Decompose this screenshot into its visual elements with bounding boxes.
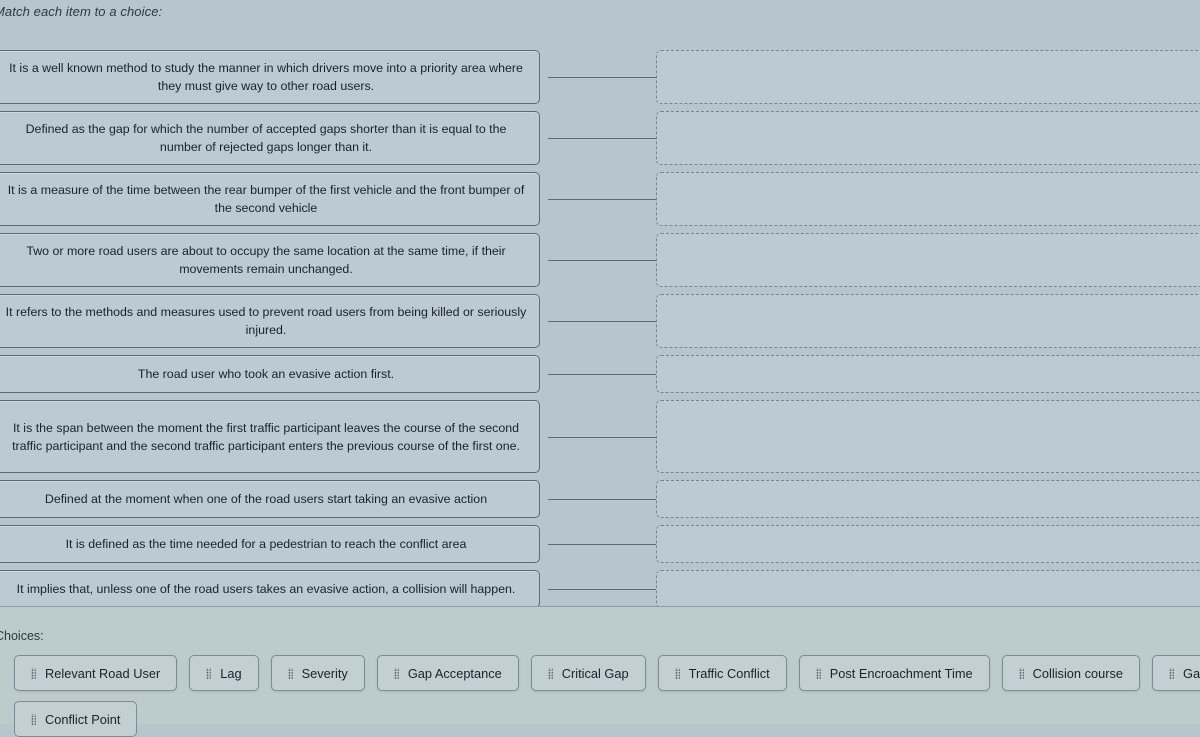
drag-handle-icon[interactable] bbox=[206, 667, 212, 679]
match-item-label: Defined at the moment when one of the ro… bbox=[44, 492, 488, 506]
match-item-label: It is a measure of the time between the … bbox=[7, 183, 525, 215]
match-connector-line bbox=[548, 374, 656, 375]
match-connector-line bbox=[548, 199, 656, 200]
match-item-1: It is a well known method to study the m… bbox=[0, 50, 540, 104]
match-item-label: It is a well known method to study the m… bbox=[9, 61, 523, 93]
match-row: It is the span between the moment the fi… bbox=[0, 400, 1200, 473]
drag-handle-icon[interactable] bbox=[547, 667, 553, 679]
match-item-3: It is a measure of the time between the … bbox=[0, 172, 540, 226]
match-item-label: Defined as the gap for which the number … bbox=[25, 122, 507, 154]
drop-zone-5[interactable] bbox=[656, 294, 1200, 348]
choice-chip-7[interactable]: Post Encroachment Time bbox=[798, 655, 990, 691]
match-connector-line bbox=[548, 321, 656, 322]
choice-chip-3[interactable]: Severity bbox=[270, 655, 365, 691]
match-row: It implies that, unless one of the road … bbox=[0, 570, 1200, 608]
drop-zone-6[interactable] bbox=[656, 355, 1200, 393]
match-item-5: It refers to the methods and measures us… bbox=[0, 294, 540, 348]
match-row: Defined at the moment when one of the ro… bbox=[0, 480, 1200, 518]
choices-chip-row: Relevant Road User Lag Severity Gap Accepta… bbox=[14, 655, 1200, 691]
choice-chip-label: Conflict Point bbox=[45, 711, 121, 727]
drag-handle-icon[interactable] bbox=[674, 667, 680, 679]
drop-zone-10[interactable] bbox=[656, 570, 1200, 608]
drop-zone-3[interactable] bbox=[656, 172, 1200, 226]
match-item-7: It is the span between the moment the fi… bbox=[0, 400, 540, 473]
choice-chip-label: Gap Acceptance bbox=[407, 665, 502, 681]
drop-zone-2[interactable] bbox=[656, 111, 1200, 165]
choice-chip-label: Collision course bbox=[1032, 665, 1123, 681]
match-row: It refers to the methods and measures us… bbox=[0, 294, 1200, 348]
match-item-9: It is defined as the time needed for a p… bbox=[0, 525, 540, 563]
drop-zone-9[interactable] bbox=[656, 525, 1200, 563]
drop-zone-4[interactable] bbox=[656, 233, 1200, 287]
drop-zone-7[interactable] bbox=[656, 400, 1200, 473]
choice-chip-5[interactable]: Critical Gap bbox=[530, 655, 646, 691]
match-connector-line bbox=[548, 437, 656, 438]
match-item-label: It refers to the methods and measures us… bbox=[5, 305, 527, 337]
match-item-2: Defined as the gap for which the number … bbox=[0, 111, 540, 165]
match-connector-line bbox=[548, 589, 656, 590]
match-connector-line bbox=[548, 260, 656, 261]
match-item-label: It is defined as the time needed for a p… bbox=[65, 537, 467, 551]
choice-chip-label: Critical Gap bbox=[561, 665, 629, 681]
choice-chip-label: Traffic Conflict bbox=[688, 665, 770, 681]
match-item-10: It implies that, unless one of the road … bbox=[0, 570, 540, 608]
match-item-4: Two or more road users are about to occu… bbox=[0, 233, 540, 287]
match-connector-line bbox=[548, 544, 656, 545]
drag-handle-icon[interactable] bbox=[1168, 667, 1174, 679]
match-item-label: Two or more road users are about to occu… bbox=[26, 244, 506, 276]
match-connector-line bbox=[548, 499, 656, 500]
match-item-6: The road user who took an evasive action… bbox=[0, 355, 540, 393]
page-title: Match each item to a choice: bbox=[0, 4, 163, 19]
drop-zone-8[interactable] bbox=[656, 480, 1200, 518]
match-row: It is defined as the time needed for a p… bbox=[0, 525, 1200, 563]
choice-chip-9[interactable]: Gap bbox=[1151, 655, 1200, 691]
drag-handle-icon[interactable] bbox=[1018, 667, 1024, 679]
choice-chip-label: Post Encroachment Time bbox=[829, 665, 973, 681]
drag-handle-icon[interactable] bbox=[815, 667, 821, 679]
choice-chip-label: Gap bbox=[1182, 665, 1200, 681]
match-row: Defined as the gap for which the number … bbox=[0, 111, 1200, 165]
match-item-label: It is the span between the moment the fi… bbox=[12, 420, 520, 453]
choice-chip-8[interactable]: Collision course bbox=[1001, 655, 1140, 691]
match-connector-line bbox=[548, 138, 656, 139]
choice-chip-label: Severity bbox=[301, 665, 348, 681]
match-connector-line bbox=[548, 77, 656, 78]
choices-label: Choices: bbox=[0, 629, 44, 643]
match-row: Two or more road users are about to occu… bbox=[0, 233, 1200, 287]
choice-chip-label: Lag bbox=[220, 665, 242, 681]
drop-zone-1[interactable] bbox=[656, 50, 1200, 104]
choice-chip-label: Relevant Road User bbox=[45, 665, 161, 681]
match-item-label: The road user who took an evasive action… bbox=[137, 367, 395, 381]
choice-chip-6[interactable]: Traffic Conflict bbox=[657, 655, 787, 691]
match-item-8: Defined at the moment when one of the ro… bbox=[0, 480, 540, 518]
drag-handle-icon[interactable] bbox=[31, 667, 36, 679]
choice-chip-1[interactable]: Relevant Road User bbox=[14, 655, 178, 691]
choice-chip-overflow-1[interactable]: Conflict Point bbox=[14, 701, 138, 737]
drag-handle-icon[interactable] bbox=[393, 667, 399, 679]
choices-chip-row-overflow: Conflict Point bbox=[14, 701, 138, 737]
drag-handle-icon[interactable] bbox=[287, 667, 293, 679]
choice-chip-2[interactable]: Lag bbox=[189, 655, 259, 691]
choices-section: Choices: Relevant Road User Lag Severity Ga… bbox=[0, 607, 1200, 737]
drag-handle-icon[interactable] bbox=[31, 713, 36, 725]
match-item-label: It implies that, unless one of the road … bbox=[16, 582, 516, 596]
match-row: It is a measure of the time between the … bbox=[0, 172, 1200, 226]
matching-area: It is a well known method to study the m… bbox=[0, 46, 1200, 608]
choice-chip-4[interactable]: Gap Acceptance bbox=[376, 655, 519, 691]
match-row: It is a well known method to study the m… bbox=[0, 50, 1200, 104]
match-row: The road user who took an evasive action… bbox=[0, 355, 1200, 393]
